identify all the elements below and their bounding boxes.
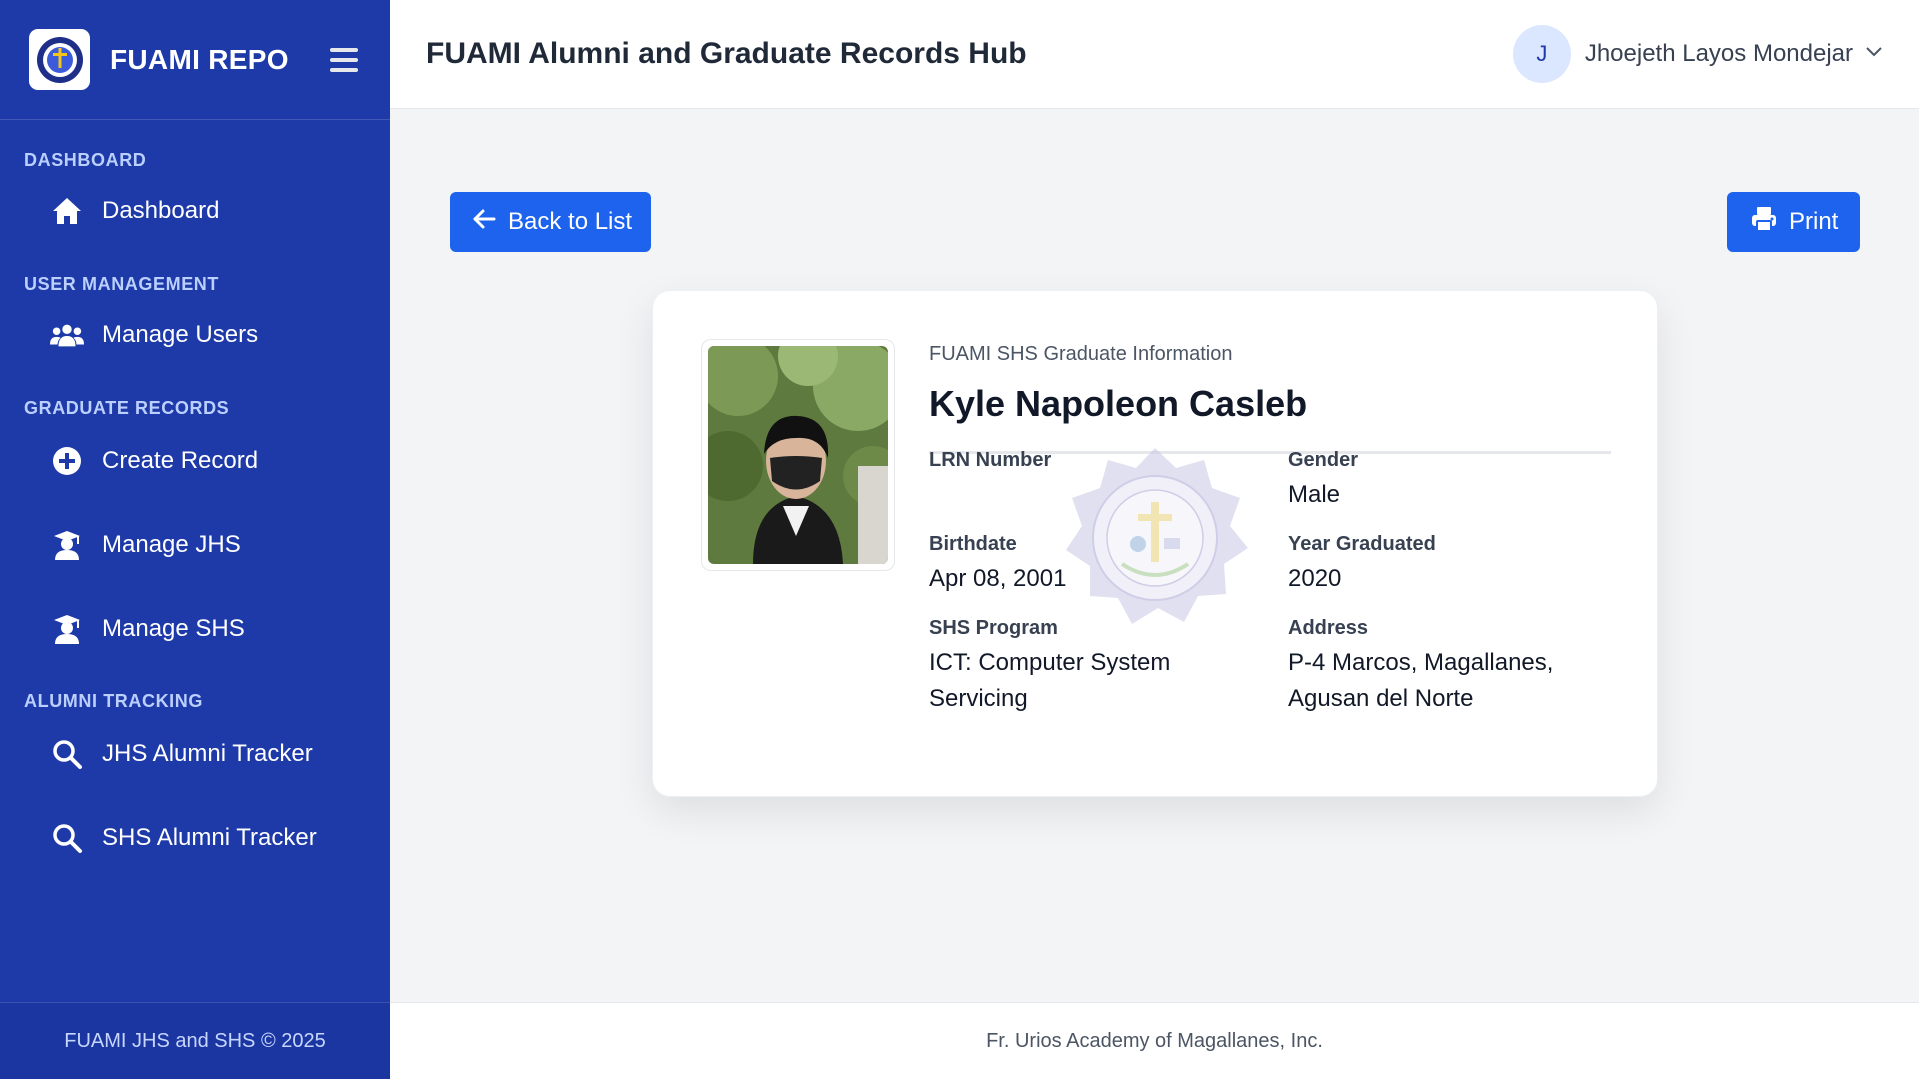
chevron-down-icon — [1865, 45, 1883, 63]
user-name: Jhoejeth Layos Mondejar — [1584, 40, 1853, 67]
nav-section-user-management: USER MANAGEMENT Manage Users — [0, 251, 390, 375]
lrn-label: LRN Number — [929, 449, 1052, 471]
shs-program-label: SHS Program — [929, 617, 1058, 639]
address-value: P-4 Marcos, Magallanes, Agusan del Norte — [1288, 649, 1554, 712]
birthdate-label: Birthdate — [929, 533, 1017, 555]
back-button-label: Back to List — [508, 208, 633, 235]
avatar: J — [1512, 25, 1571, 83]
arrow-left-icon — [472, 208, 508, 237]
sidebar-item-label: SHS Alumni Tracker — [102, 824, 317, 851]
section-title-graduate-records: GRADUATE RECORDS — [24, 398, 230, 418]
nav-section-graduate-records: GRADUATE RECORDS Create Record Manage JH… — [0, 375, 390, 671]
graduate-icon — [50, 613, 84, 645]
gender-value: Male — [1288, 481, 1341, 508]
printer-icon — [1751, 206, 1789, 239]
sidebar-item-label: Dashboard — [102, 197, 220, 224]
sidebar: FUAMI REPO DASHBOARD Dashboard USER MANA… — [0, 0, 390, 1079]
back-to-list-button[interactable]: Back to List — [450, 192, 651, 252]
graduate-photo — [708, 346, 888, 564]
sidebar-item-dashboard[interactable]: Dashboard — [0, 171, 390, 251]
brand-title: FUAMI REPO — [110, 43, 289, 75]
sidebar-item-label: Create Record — [102, 447, 259, 474]
section-title-alumni-tracking: ALUMNI TRACKING — [24, 691, 203, 711]
section-title-user-management: USER MANAGEMENT — [24, 274, 220, 294]
birthdate-value: Apr 08, 2001 — [929, 565, 1067, 592]
school-seal-watermark — [1058, 446, 1253, 631]
sidebar-item-create-record[interactable]: Create Record — [0, 419, 390, 503]
page-title: FUAMI Alumni and Graduate Records Hub — [426, 37, 1027, 70]
users-icon — [50, 319, 84, 351]
user-menu[interactable]: J Jhoejeth Layos Mondejar — [1512, 25, 1883, 83]
sidebar-item-label: Manage SHS — [102, 615, 245, 642]
address-label: Address — [1288, 617, 1369, 639]
graduate-name: Kyle Napoleon Casleb — [929, 383, 1308, 424]
graduate-icon — [50, 529, 84, 561]
section-title-dashboard: DASHBOARD — [24, 150, 147, 170]
school-logo[interactable] — [29, 29, 90, 90]
print-button-label: Print — [1789, 208, 1839, 235]
sidebar-item-shs-alumni-tracker[interactable]: SHS Alumni Tracker — [0, 796, 390, 880]
nav-section-dashboard: DASHBOARD Dashboard — [0, 120, 390, 251]
top-header: FUAMI Alumni and Graduate Records Hub J … — [390, 0, 1919, 109]
menu-toggle-icon[interactable] — [330, 47, 358, 72]
page-footer: Fr. Urios Academy of Magallanes, Inc. — [390, 1002, 1919, 1079]
sidebar-item-manage-jhs[interactable]: Manage JHS — [0, 503, 390, 587]
sidebar-brand: FUAMI REPO — [0, 0, 390, 120]
sidebar-item-label: Manage Users — [102, 321, 259, 348]
shs-program-value: ICT: Computer System Servicing — [929, 649, 1171, 712]
year-graduated-label: Year Graduated — [1288, 533, 1436, 555]
sidebar-item-jhs-alumni-tracker[interactable]: JHS Alumni Tracker — [0, 712, 390, 796]
sidebar-item-label: JHS Alumni Tracker — [102, 740, 313, 767]
sidebar-item-manage-users[interactable]: Manage Users — [0, 295, 390, 375]
sidebar-item-label: Manage JHS — [102, 531, 241, 558]
search-icon — [50, 822, 84, 854]
graduate-record-card: FUAMI SHS Graduate Information Kyle Napo… — [652, 290, 1658, 797]
search-icon — [50, 738, 84, 770]
year-graduated-value: 2020 — [1288, 565, 1342, 592]
graduate-photo-frame — [701, 339, 895, 571]
sidebar-footer: FUAMI JHS and SHS © 2025 — [0, 1002, 390, 1079]
nav-section-alumni-tracking: ALUMNI TRACKING JHS Alumni Tracker SHS A… — [0, 671, 390, 880]
sidebar-item-manage-shs[interactable]: Manage SHS — [0, 587, 390, 671]
record-subtitle: FUAMI SHS Graduate Information — [929, 343, 1233, 365]
plus-circle-icon — [50, 445, 84, 477]
gender-label: Gender — [1288, 449, 1359, 471]
print-button[interactable]: Print — [1727, 192, 1860, 252]
home-icon — [50, 195, 84, 227]
